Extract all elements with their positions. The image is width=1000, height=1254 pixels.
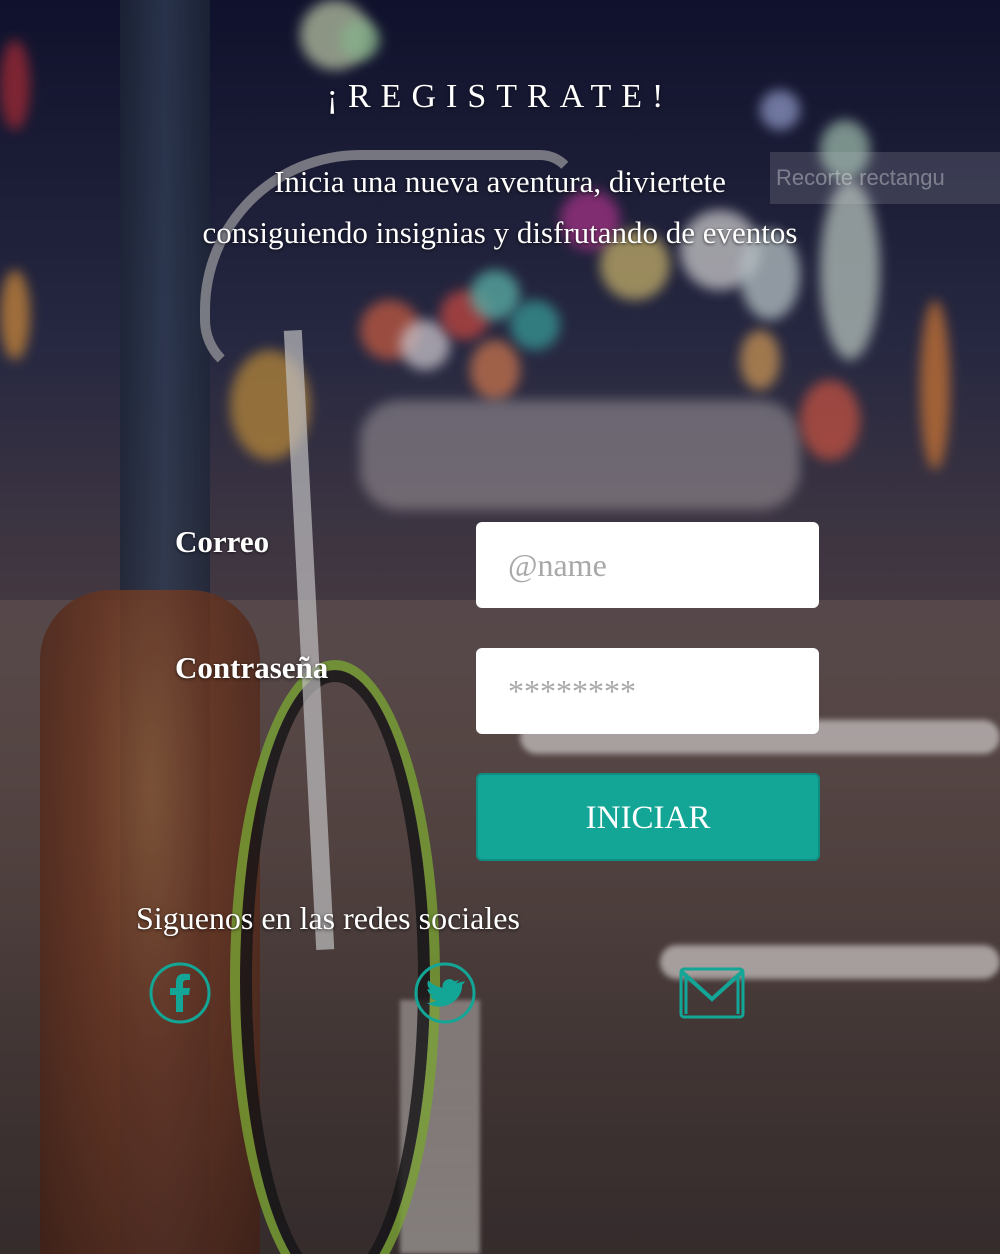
iniciar-button[interactable]: INICIAR (476, 773, 820, 861)
ghost-snip-label: Recorte rectangu (770, 152, 1000, 204)
twitter-icon[interactable] (412, 960, 478, 1026)
page-subtitle: Inicia una nueva aventura, diviertete co… (202, 164, 798, 250)
social-heading: Siguenos en las redes sociales (136, 900, 520, 936)
password-field[interactable] (476, 648, 819, 734)
mail-icon[interactable] (678, 966, 746, 1020)
password-label: Contraseña (175, 650, 329, 685)
email-field[interactable] (476, 522, 819, 608)
email-label: Correo (175, 524, 270, 559)
page-title: ¡REGISTRATE! (326, 78, 674, 115)
facebook-icon[interactable] (147, 960, 213, 1026)
